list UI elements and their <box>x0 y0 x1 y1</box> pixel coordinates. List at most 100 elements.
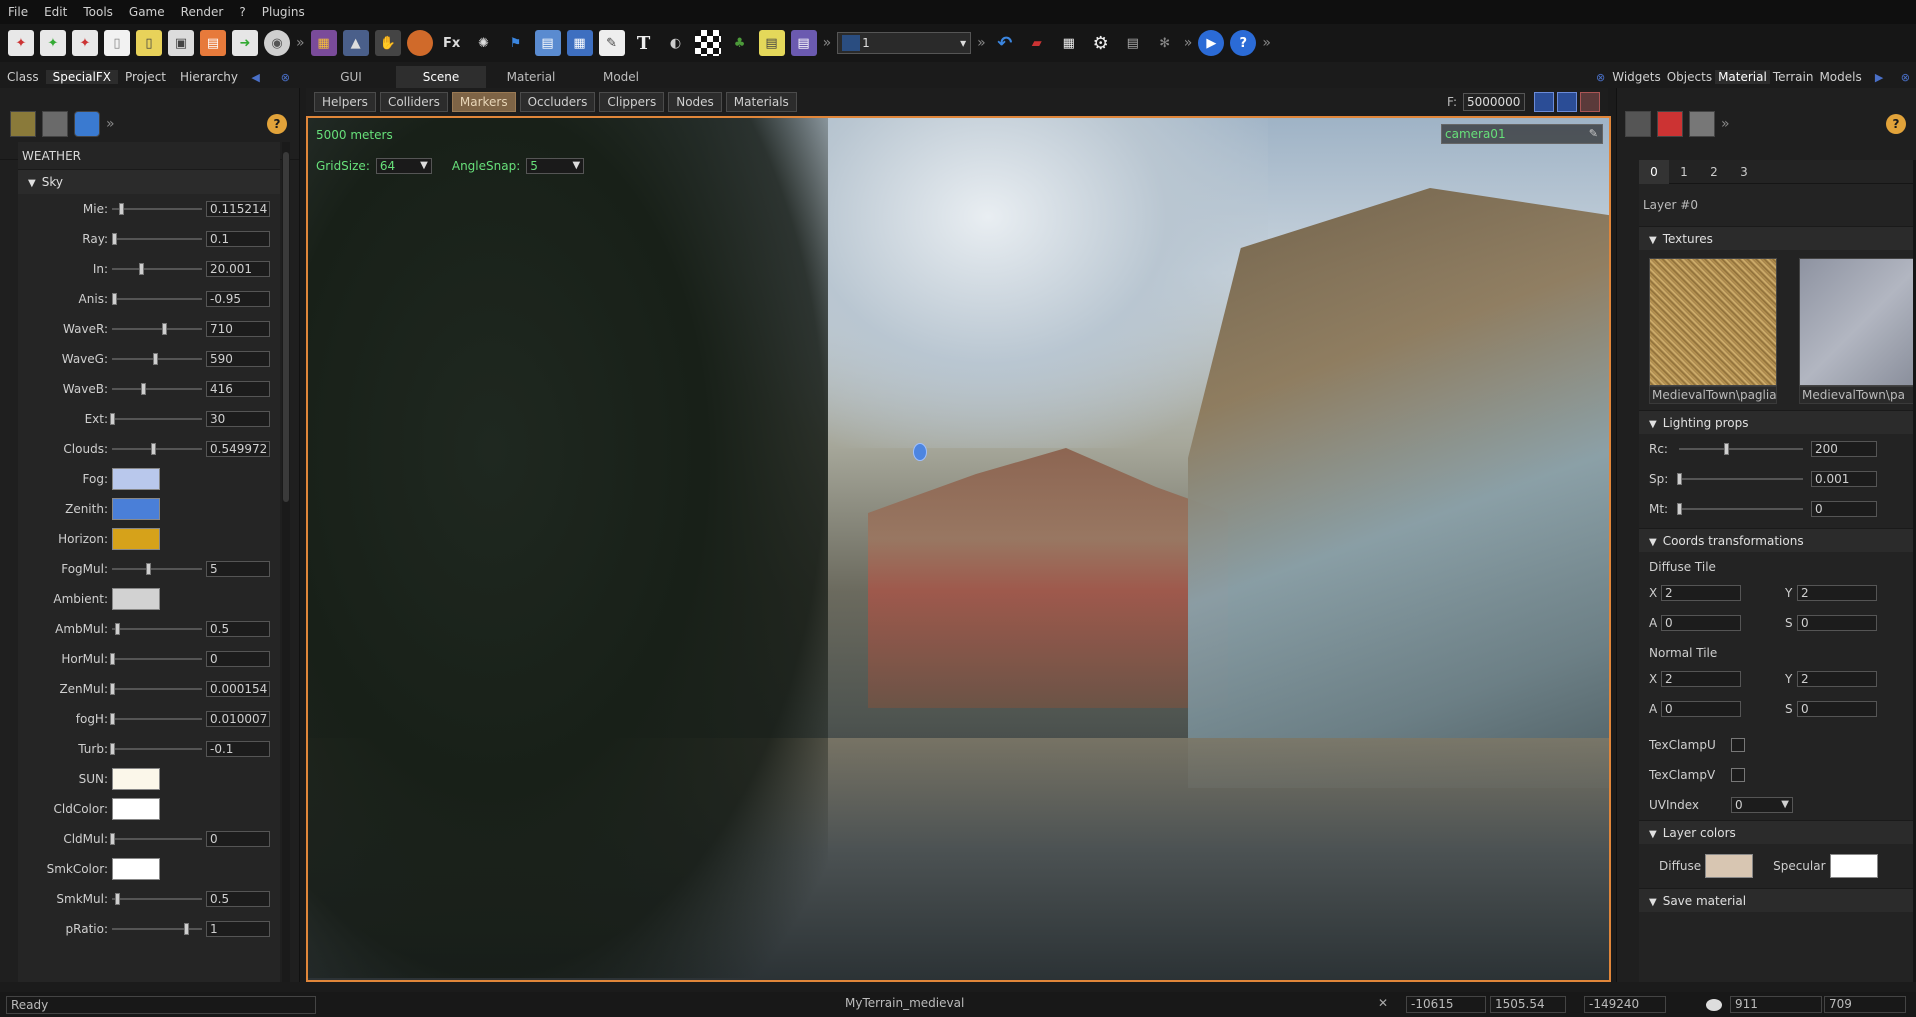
export-icon[interactable]: ➜ <box>232 30 258 56</box>
slider-thumb[interactable] <box>119 203 124 215</box>
sky-color-swatch[interactable] <box>112 468 160 490</box>
texture-slot[interactable]: MedievalTown\pa <box>1799 258 1913 410</box>
slider-thumb[interactable] <box>110 743 115 755</box>
slider-thumb[interactable] <box>1724 443 1729 455</box>
lighting-param-input[interactable]: 0.001 <box>1811 471 1877 487</box>
checker-icon[interactable] <box>695 30 721 56</box>
lighting-param-input[interactable]: 0 <box>1811 501 1877 517</box>
sky-color-swatch[interactable] <box>112 528 160 550</box>
help-icon[interactable]: ? <box>267 114 287 134</box>
scene-viewport[interactable]: 5000 meters GridSize: 64▼ AngleSnap: 5▼ … <box>306 116 1611 982</box>
far-distance-input[interactable]: 5000000 <box>1463 93 1525 111</box>
slider-thumb[interactable] <box>110 653 115 665</box>
diffuse-a-input[interactable]: 0 <box>1661 615 1741 631</box>
viewport-toggle-icon[interactable] <box>1534 92 1554 112</box>
help-icon[interactable]: ? <box>1886 114 1906 134</box>
tab-scroll-left-icon[interactable]: ◀ ⊗ <box>251 71 290 84</box>
slider-thumb[interactable] <box>115 893 120 905</box>
sky-param-slider[interactable] <box>112 443 202 455</box>
sky-section-header[interactable]: ▼Sky <box>18 170 280 194</box>
sky-param-slider[interactable] <box>112 383 202 395</box>
vehicle-icon[interactable]: ▰ <box>1024 30 1050 56</box>
save-icon[interactable]: ▣ <box>168 30 194 56</box>
filter-colliders[interactable]: Colliders <box>380 92 448 112</box>
left-scrollbar[interactable] <box>282 142 290 982</box>
pencil-icon[interactable]: ✎ <box>1589 125 1598 143</box>
snowflake-icon[interactable]: ✻ <box>1152 30 1178 56</box>
screenshot-icon[interactable] <box>1557 92 1577 112</box>
sky-param-input[interactable]: 1 <box>206 921 270 937</box>
new-file-icon[interactable]: ▯ <box>104 30 130 56</box>
slider-thumb[interactable] <box>112 293 117 305</box>
slider-thumb[interactable] <box>112 233 117 245</box>
material-settings-icon[interactable] <box>1689 111 1715 137</box>
slider-thumb[interactable] <box>184 923 189 935</box>
sky-color-swatch[interactable] <box>112 768 160 790</box>
normal-a-input[interactable]: 0 <box>1661 701 1741 717</box>
normal-x-input[interactable]: 2 <box>1661 671 1741 687</box>
notepad-icon[interactable]: ✎ <box>599 30 625 56</box>
sky-param-slider[interactable] <box>112 233 202 245</box>
sky-param-input[interactable]: 416 <box>206 381 270 397</box>
tools-icon[interactable]: ✕ <box>1378 996 1394 1012</box>
lighting-param-slider[interactable] <box>1679 443 1803 455</box>
slider-thumb[interactable] <box>110 683 115 695</box>
sky-param-slider[interactable] <box>112 923 202 935</box>
sky-param-slider[interactable] <box>112 413 202 425</box>
filter-clippers[interactable]: Clippers <box>599 92 664 112</box>
sky-param-input[interactable]: 0 <box>206 651 270 667</box>
slider-thumb[interactable] <box>115 623 120 635</box>
lighting-param-slider[interactable] <box>1679 503 1803 515</box>
sky-param-input[interactable]: 30 <box>206 411 270 427</box>
sky-param-slider[interactable] <box>112 353 202 365</box>
layer-tab-0[interactable]: 0 <box>1639 160 1669 184</box>
sky-param-input[interactable]: 0.115214 <box>206 201 270 217</box>
camera-icon[interactable] <box>42 111 68 137</box>
toolbar-more-icon[interactable]: » <box>296 35 305 51</box>
grid-icon[interactable]: ▦ <box>1056 30 1082 56</box>
slider-thumb[interactable] <box>141 383 146 395</box>
menu-render[interactable]: Render <box>173 5 232 19</box>
hand-icon[interactable]: ✋ <box>375 30 401 56</box>
tab-gui[interactable]: GUI <box>306 70 396 84</box>
sky-param-input[interactable]: 0 <box>206 831 270 847</box>
gridsize-select[interactable]: 64▼ <box>376 158 432 174</box>
text-tool-icon[interactable]: T <box>631 30 657 56</box>
textures-header[interactable]: ▼Textures <box>1639 226 1913 250</box>
flag-icon[interactable]: ⚑ <box>503 30 529 56</box>
sky-param-input[interactable]: 5 <box>206 561 270 577</box>
diffuse-color-swatch[interactable] <box>1705 854 1753 878</box>
slider-thumb[interactable] <box>151 443 156 455</box>
sky-param-input[interactable]: 0.549972 <box>206 441 270 457</box>
sky-color-swatch[interactable] <box>112 858 160 880</box>
sky-param-input[interactable]: 0.000154 <box>206 681 270 697</box>
tab-terrain[interactable]: Terrain <box>1770 70 1817 84</box>
brush-icon[interactable] <box>1657 111 1683 137</box>
diffuse-s-input[interactable]: 0 <box>1797 615 1877 631</box>
uvindex-select[interactable]: 0▼ <box>1731 797 1793 813</box>
lighting-param-input[interactable]: 200 <box>1811 441 1877 457</box>
slider-thumb[interactable] <box>162 323 167 335</box>
normal-y-input[interactable]: 2 <box>1797 671 1877 687</box>
sky-param-slider[interactable] <box>112 293 202 305</box>
slider-thumb[interactable] <box>110 413 115 425</box>
sphere-icon[interactable] <box>407 30 433 56</box>
sky-param-slider[interactable] <box>112 713 202 725</box>
sky-param-slider[interactable] <box>112 563 202 575</box>
tab-objects[interactable]: Objects <box>1664 70 1715 84</box>
sky-param-input[interactable]: 710 <box>206 321 270 337</box>
fx-icon[interactable]: Fx <box>439 30 465 56</box>
tab-hierarchy[interactable]: Hierarchy <box>173 70 245 84</box>
blueprint-icon[interactable]: ▦ <box>567 30 593 56</box>
tab-models[interactable]: Models <box>1816 70 1864 84</box>
panel-more-icon[interactable]: » <box>1721 116 1730 132</box>
sky-color-swatch[interactable] <box>112 588 160 610</box>
sky-param-slider[interactable] <box>112 323 202 335</box>
viewport-close-icon[interactable] <box>1580 92 1600 112</box>
play-icon[interactable]: ▶ <box>1198 30 1224 56</box>
notes-icon[interactable]: ▤ <box>759 30 785 56</box>
toolbar-more-icon[interactable]: » <box>823 35 832 51</box>
slider-thumb[interactable] <box>1677 473 1682 485</box>
slider-thumb[interactable] <box>139 263 144 275</box>
layer-colors-header[interactable]: ▼Layer colors <box>1639 820 1913 844</box>
